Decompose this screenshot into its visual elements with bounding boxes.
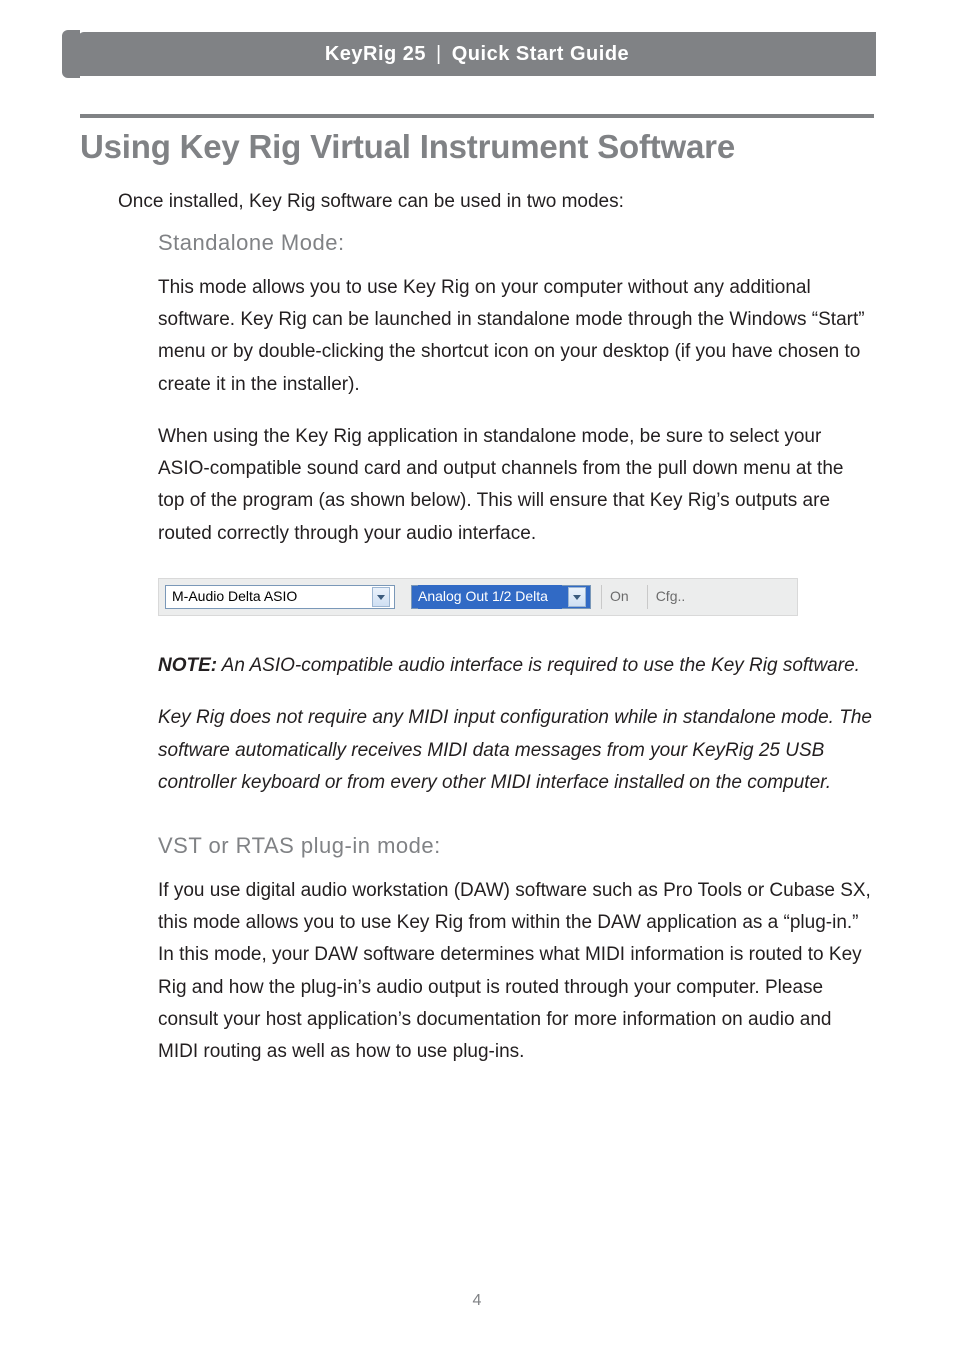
page-body: Once installed, Key Rig software can be … — [80, 186, 874, 1088]
vst-heading: VST or RTAS plug-in mode: — [158, 827, 874, 864]
standalone-paragraph-1: This mode allows you to use Key Rig on y… — [158, 272, 874, 401]
vst-paragraph-1: If you use digital audio workstation (DA… — [158, 875, 874, 1069]
asio-device-value: M-Audio Delta ASIO — [172, 585, 366, 609]
chevron-down-icon — [372, 587, 390, 607]
audio-toolbar: M-Audio Delta ASIO Analog Out 1/2 Delta … — [158, 578, 798, 616]
header-separator: | — [436, 43, 442, 66]
asio-device-dropdown[interactable]: M-Audio Delta ASIO — [165, 585, 395, 609]
section-rule — [80, 114, 874, 118]
output-channel-value: Analog Out 1/2 Delta — [418, 585, 562, 609]
cfg-button[interactable]: Cfg.. — [647, 585, 694, 609]
standalone-heading: Standalone Mode: — [158, 224, 874, 261]
chevron-down-icon — [568, 587, 586, 607]
note-text: An ASIO-compatible audio interface is re… — [217, 655, 860, 676]
header-product: KeyRig 25 — [325, 43, 426, 66]
intro-paragraph: Once installed, Key Rig software can be … — [118, 186, 874, 218]
page-title: Using Key Rig Virtual Instrument Softwar… — [80, 128, 874, 166]
standalone-paragraph-2: When using the Key Rig application in st… — [158, 421, 874, 550]
on-button[interactable]: On — [601, 585, 637, 609]
note-label: NOTE: — [158, 655, 217, 676]
note-paragraph: NOTE: An ASIO-compatible audio interface… — [158, 650, 874, 682]
page-header: KeyRig 25 | Quick Start Guide — [78, 32, 876, 76]
note-paragraph-2: Key Rig does not require any MIDI input … — [158, 702, 874, 799]
page-number: 4 — [0, 1292, 954, 1310]
header-doc-title: Quick Start Guide — [452, 43, 629, 66]
output-channel-dropdown[interactable]: Analog Out 1/2 Delta — [411, 585, 591, 609]
